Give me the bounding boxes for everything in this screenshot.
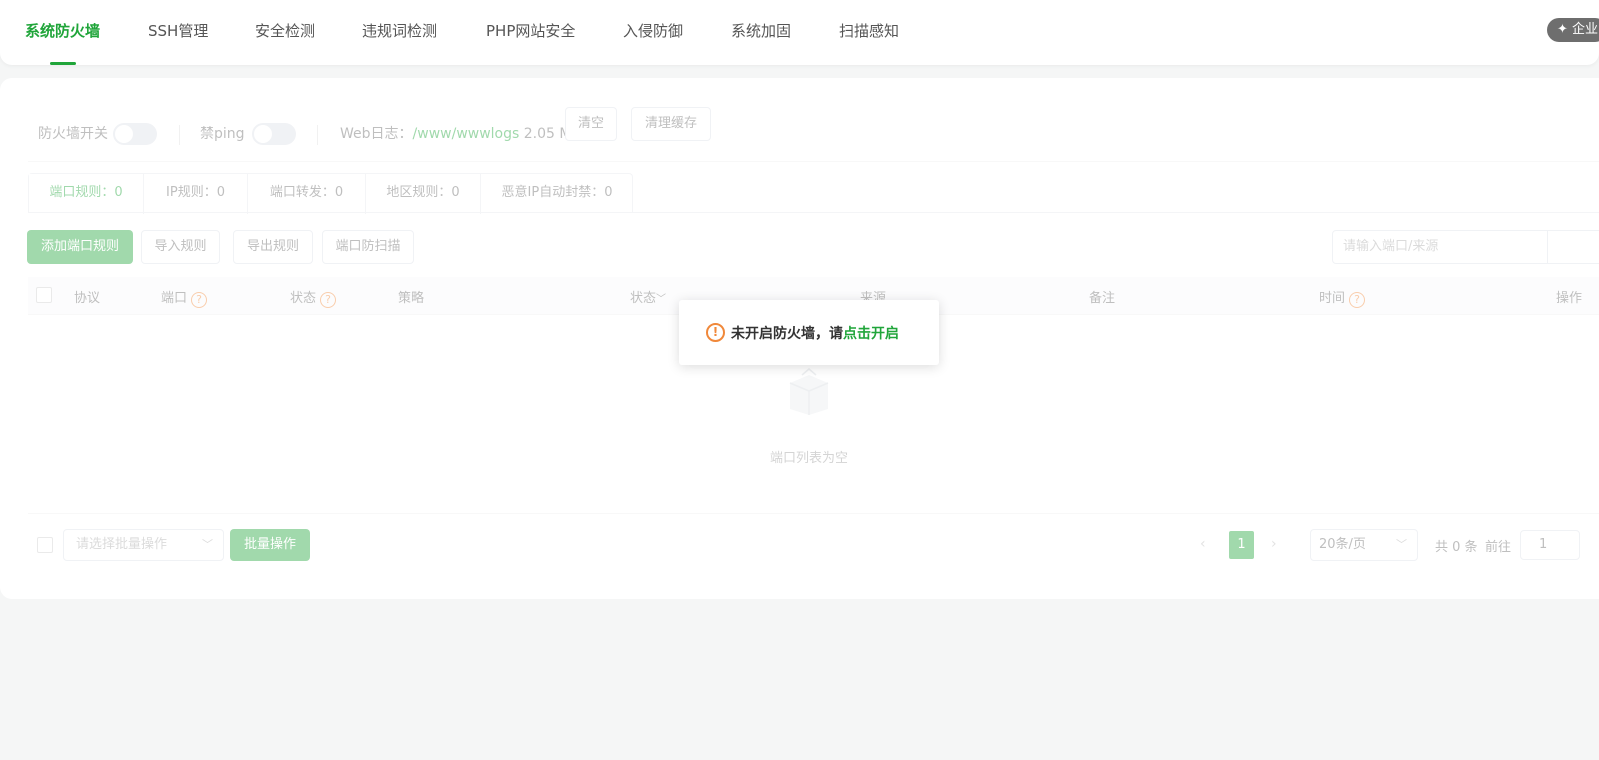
prev-page-icon[interactable]: ‹ xyxy=(1200,536,1206,552)
tab-violation-words[interactable]: 违规词检测 xyxy=(362,20,437,41)
search-input[interactable]: 请输入端口/来源 xyxy=(1332,230,1599,264)
page-number[interactable]: 1 xyxy=(1229,531,1254,559)
tab-malicious-ip-ban[interactable]: 恶意IP自动封禁：0 xyxy=(481,174,633,214)
active-tab-indicator xyxy=(50,62,76,65)
empty-box-icon xyxy=(789,368,829,415)
col-time: 时间? xyxy=(1319,287,1366,308)
batch-action-button[interactable]: 批量操作 xyxy=(230,529,310,561)
ping-switch-label: 禁ping xyxy=(200,126,245,142)
enable-firewall-link[interactable]: 点击开启 xyxy=(843,326,899,342)
col-protocol: 协议 xyxy=(74,291,101,306)
col-remark: 备注 xyxy=(1089,291,1116,306)
tab-php-site-security[interactable]: PHP网站安全 xyxy=(486,20,575,41)
next-page-icon[interactable]: › xyxy=(1271,536,1277,552)
batch-select-placeholder: 请选择批量操作 xyxy=(76,537,168,552)
enterprise-badge[interactable]: ✦ 企业 xyxy=(1547,18,1599,42)
tab-intrusion-prevention[interactable]: 入侵防御 xyxy=(623,20,683,41)
top-nav: 系统防火墙 SSH管理 安全检测 违规词检测 PHP网站安全 入侵防御 系统加固… xyxy=(0,0,1599,65)
firewall-disabled-message: ! 未开启防火墙，请点击开启 xyxy=(679,300,939,365)
ping-switch[interactable] xyxy=(252,123,296,145)
firewall-switch-label: 防火墙开关 xyxy=(38,126,108,142)
enterprise-label: 企业 xyxy=(1572,22,1599,37)
rule-tabs: 端口规则：0 IP规则：0 端口转发：0 地区规则：0 恶意IP自动封禁：0 xyxy=(28,173,633,214)
tab-system-hardening[interactable]: 系统加固 xyxy=(731,20,791,41)
port-scan-protect-button[interactable]: 端口防扫描 xyxy=(322,230,414,264)
col-status-filter[interactable]: 状态﹀ xyxy=(630,287,666,306)
weblog-label: Web日志： xyxy=(340,126,413,142)
section-divider xyxy=(28,161,1599,162)
tab-system-firewall[interactable]: 系统防火墙 xyxy=(25,20,100,41)
weblog-info: Web日志：/www/wwwlogs 2.05 MB xyxy=(340,123,581,143)
divider xyxy=(179,125,180,145)
select-all-checkbox[interactable] xyxy=(36,287,52,303)
batch-action-select[interactable]: 请选择批量操作 ﹀ xyxy=(63,529,224,561)
tabs-baseline xyxy=(28,212,1599,213)
chevron-down-icon: ﹀ xyxy=(656,294,667,305)
tab-region-rules[interactable]: 地区规则：0 xyxy=(366,174,481,214)
leaf-icon: ✦ xyxy=(1557,22,1568,37)
help-icon[interactable]: ? xyxy=(1349,292,1366,308)
clear-cache-button[interactable]: 清理缓存 xyxy=(631,107,711,141)
footer-select-all-checkbox[interactable] xyxy=(37,537,53,553)
tab-security-check[interactable]: 安全检测 xyxy=(255,20,315,41)
help-icon[interactable]: ? xyxy=(191,292,208,308)
add-port-rule-button[interactable]: 添加端口规则 xyxy=(27,230,133,264)
tab-scan-detection[interactable]: 扫描感知 xyxy=(839,20,899,41)
empty-list-text: 端口列表为空 xyxy=(770,451,849,466)
col-status-filter-label: 状态 xyxy=(630,291,657,306)
help-icon[interactable]: ? xyxy=(320,292,337,308)
tab-ip-rules[interactable]: IP规则：0 xyxy=(144,174,248,214)
goto-page-input[interactable]: 1 xyxy=(1520,530,1580,560)
search-divider xyxy=(1547,231,1548,263)
col-port: 端口? xyxy=(161,287,208,308)
firewall-switch[interactable] xyxy=(113,123,157,145)
export-rules-button[interactable]: 导出规则 xyxy=(233,230,313,264)
import-rules-button[interactable]: 导入规则 xyxy=(141,230,220,264)
total-count: 共 0 条 xyxy=(1435,540,1478,555)
col-status-label: 状态 xyxy=(290,291,317,306)
tab-port-forward[interactable]: 端口转发：0 xyxy=(248,174,366,214)
col-action: 操作 xyxy=(1556,291,1583,306)
firewall-toolbar: 防火墙开关 禁ping Web日志：/www/wwwlogs 2.05 MB 清… xyxy=(38,107,1598,147)
page-size-value: 20条/页 xyxy=(1319,537,1366,552)
search-placeholder: 请输入端口/来源 xyxy=(1343,239,1439,254)
message-text: 未开启防火墙，请点击开启 xyxy=(731,323,899,343)
tab-port-rules[interactable]: 端口规则：0 xyxy=(29,174,144,214)
weblog-path-link[interactable]: /www/wwwlogs xyxy=(413,126,520,142)
col-port-label: 端口 xyxy=(161,291,188,306)
divider xyxy=(317,125,318,145)
col-time-label: 时间 xyxy=(1319,291,1346,306)
clear-log-button[interactable]: 清空 xyxy=(565,107,617,141)
goto-label: 前往 xyxy=(1485,540,1512,555)
warning-icon: ! xyxy=(706,323,725,342)
chevron-down-icon: ﹀ xyxy=(202,538,213,551)
tab-ssh-management[interactable]: SSH管理 xyxy=(148,20,208,41)
col-policy: 策略 xyxy=(398,291,425,306)
col-status: 状态? xyxy=(290,287,337,308)
message-body: 未开启防火墙，请 xyxy=(731,326,843,342)
page-size-select[interactable]: 20条/页 ﹀ xyxy=(1310,529,1418,561)
chevron-down-icon: ﹀ xyxy=(1396,538,1407,551)
